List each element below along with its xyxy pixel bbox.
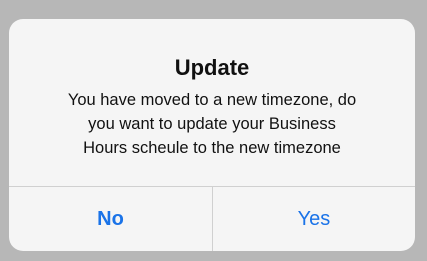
update-dialog: Update You have moved to a new timezone,… — [9, 19, 415, 251]
dialog-message-line-2: you want to update your Business — [88, 115, 336, 133]
dialog-message-line-1: You have moved to a new timezone, do — [67, 91, 357, 109]
dialog-title: Update — [174, 55, 250, 80]
yes-button[interactable]: Yes — [213, 187, 415, 251]
dialog-message: You have moved to a new timezone, do you… — [29, 88, 395, 160]
no-button[interactable]: No — [9, 187, 212, 251]
dialog-message-line-3: Hours scheule to the new timezone — [83, 139, 341, 157]
